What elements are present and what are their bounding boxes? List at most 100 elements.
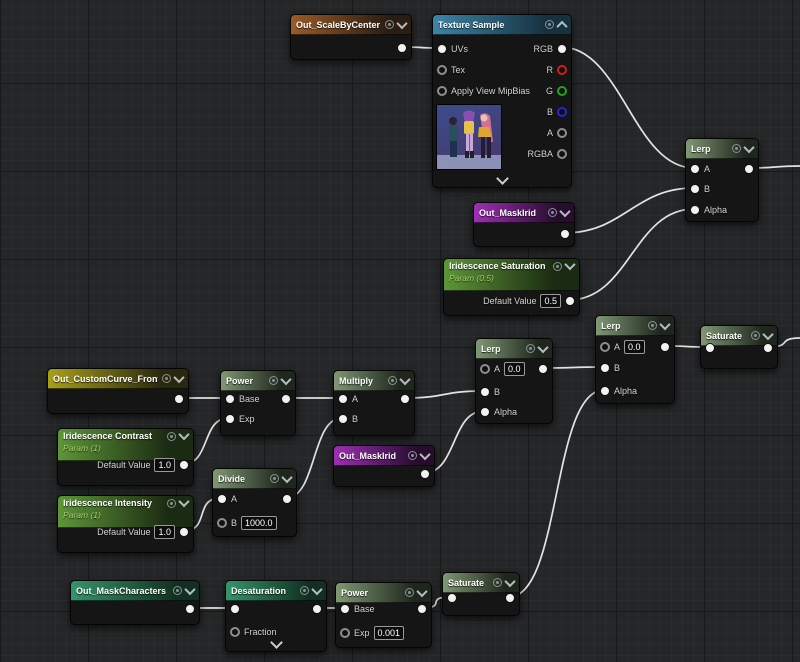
node-header[interactable]: Out_MaskIrid — [474, 203, 574, 223]
wire-out-maskirid-top-to-lerp-top:B[interactable] — [564, 188, 694, 233]
chevron-down-icon[interactable] — [280, 373, 291, 384]
input-pin-alpha[interactable] — [480, 407, 490, 417]
value-box[interactable]: 1.0 — [154, 525, 175, 539]
input-pin-base[interactable] — [225, 394, 235, 404]
output-pin-result[interactable] — [400, 394, 410, 404]
node-power-bottom[interactable]: PowerBaseExp0.001 — [335, 582, 432, 648]
input-pin-b[interactable] — [690, 184, 700, 194]
input-pin-b[interactable] — [217, 518, 227, 528]
output-pin-result[interactable] — [560, 229, 570, 239]
node-lerp-right[interactable]: LerpA0.0BAlpha — [595, 315, 675, 404]
node-header[interactable]: Desaturation — [226, 581, 326, 601]
preview-toggle-icon[interactable] — [526, 344, 535, 353]
input-pin-alpha[interactable] — [600, 386, 610, 396]
preview-toggle-icon[interactable] — [545, 20, 554, 29]
expand-chevron-icon[interactable] — [496, 172, 509, 185]
preview-toggle-icon[interactable] — [732, 144, 741, 153]
chevron-down-icon[interactable] — [178, 429, 189, 440]
chevron-down-icon[interactable] — [537, 341, 548, 352]
output-pin-result[interactable] — [660, 342, 670, 352]
output-pin-g[interactable] — [557, 86, 567, 96]
input-pin-tex[interactable] — [437, 65, 447, 75]
node-iridescence-saturation[interactable]: Iridescence SaturationParam (0.5)Default… — [443, 258, 580, 316]
preview-toggle-icon[interactable] — [167, 432, 176, 441]
chevron-down-icon[interactable] — [416, 585, 427, 596]
input-pin-base[interactable] — [340, 604, 350, 614]
input-pin-a[interactable] — [338, 394, 348, 404]
chevron-down-icon[interactable] — [419, 448, 430, 459]
value-box[interactable]: 0.001 — [374, 626, 405, 640]
preview-toggle-icon[interactable] — [300, 586, 309, 595]
output-pin-result[interactable] — [179, 460, 189, 470]
chevron-down-icon[interactable] — [173, 371, 184, 382]
output-pin-result[interactable] — [312, 604, 322, 614]
input-pin-a[interactable] — [600, 342, 610, 352]
node-header[interactable]: Out_MaskCharacters — [71, 581, 199, 601]
node-out-customcurve-front[interactable]: Out_CustomCurve_Front — [47, 368, 189, 414]
preview-toggle-icon[interactable] — [270, 474, 279, 483]
node-power-mid[interactable]: PowerBaseExp — [220, 370, 296, 436]
node-out-maskcharacters[interactable]: Out_MaskCharacters — [70, 580, 200, 625]
output-pin-result[interactable] — [744, 164, 754, 174]
input-pin-apply-view-mipbias[interactable] — [437, 86, 447, 96]
input-pin-a[interactable] — [217, 494, 227, 504]
node-header[interactable]: Out_CustomCurve_Front — [48, 369, 188, 389]
input-pin-alpha[interactable] — [690, 205, 700, 215]
output-pin-rgb[interactable] — [557, 44, 567, 54]
chevron-down-icon[interactable] — [311, 583, 322, 594]
preview-toggle-icon[interactable] — [548, 208, 557, 217]
output-pin-rgba[interactable] — [557, 149, 567, 159]
value-box[interactable]: 0.5 — [540, 294, 561, 308]
chevron-down-icon[interactable] — [659, 318, 670, 329]
preview-toggle-icon[interactable] — [167, 499, 176, 508]
preview-toggle-icon[interactable] — [173, 586, 182, 595]
chevron-down-icon[interactable] — [178, 496, 189, 507]
chevron-down-icon[interactable] — [281, 471, 292, 482]
wire-texture-sample:RGB-to-lerp-top:A[interactable] — [561, 47, 694, 168]
node-header[interactable]: Lerp — [476, 339, 552, 359]
preview-toggle-icon[interactable] — [385, 20, 394, 29]
input-pin-exp[interactable] — [340, 628, 350, 638]
input-pin-fraction[interactable] — [230, 627, 240, 637]
node-desaturation[interactable]: DesaturationFraction — [225, 580, 327, 652]
output-pin-result[interactable] — [397, 43, 407, 53]
node-out-maskirid-top[interactable]: Out_MaskIrid — [473, 202, 575, 247]
node-header[interactable]: Out_ScaleByCenter — [291, 15, 411, 35]
node-header[interactable]: Lerp — [596, 316, 674, 336]
value-box[interactable]: 1000.0 — [241, 516, 277, 530]
preview-toggle-icon[interactable] — [751, 331, 760, 340]
preview-toggle-icon[interactable] — [493, 578, 502, 587]
preview-toggle-icon[interactable] — [408, 451, 417, 460]
input-pin-value[interactable] — [705, 343, 715, 353]
output-pin-result[interactable] — [538, 364, 548, 374]
node-lerp-mid[interactable]: LerpA0.0BAlpha — [475, 338, 553, 424]
preview-toggle-icon[interactable] — [269, 376, 278, 385]
output-pin-b[interactable] — [557, 107, 567, 117]
input-pin-b[interactable] — [338, 414, 348, 424]
chevron-down-icon[interactable] — [743, 141, 754, 152]
node-divide[interactable]: DivideAB1000.0 — [212, 468, 297, 537]
output-pin-a[interactable] — [557, 128, 567, 138]
chevron-down-icon[interactable] — [184, 583, 195, 594]
output-pin-result[interactable] — [505, 593, 515, 603]
chevron-down-icon[interactable] — [399, 373, 410, 384]
value-box[interactable]: 0.0 — [624, 340, 645, 354]
chevron-up-icon[interactable] — [556, 20, 567, 31]
node-iridescence-intensity[interactable]: Iridescence IntensityParam (1)Default Va… — [57, 495, 194, 553]
node-header[interactable]: Multiply — [334, 371, 414, 391]
preview-toggle-icon[interactable] — [405, 588, 414, 597]
input-pin-b[interactable] — [480, 387, 490, 397]
chevron-down-icon[interactable] — [564, 259, 575, 270]
chevron-down-icon[interactable] — [762, 328, 773, 339]
input-pin-exp[interactable] — [225, 414, 235, 424]
wire-multiply-to-lerp-mid:B[interactable] — [404, 391, 484, 398]
output-pin-result[interactable] — [565, 296, 575, 306]
node-lerp-top[interactable]: LerpABAlpha — [685, 138, 759, 222]
node-header[interactable]: Out_MaskIrid — [334, 446, 434, 466]
value-box[interactable]: 0.0 — [504, 362, 525, 376]
input-pin-value[interactable] — [447, 593, 457, 603]
value-box[interactable]: 1.0 — [154, 458, 175, 472]
node-texture-sample[interactable]: Texture SampleUVsRGBTexRApply View MipBi… — [432, 14, 572, 188]
node-iridescence-contrast[interactable]: Iridescence ContrastParam (1)Default Val… — [57, 428, 194, 486]
node-out-maskirid-mid[interactable]: Out_MaskIrid — [333, 445, 435, 487]
